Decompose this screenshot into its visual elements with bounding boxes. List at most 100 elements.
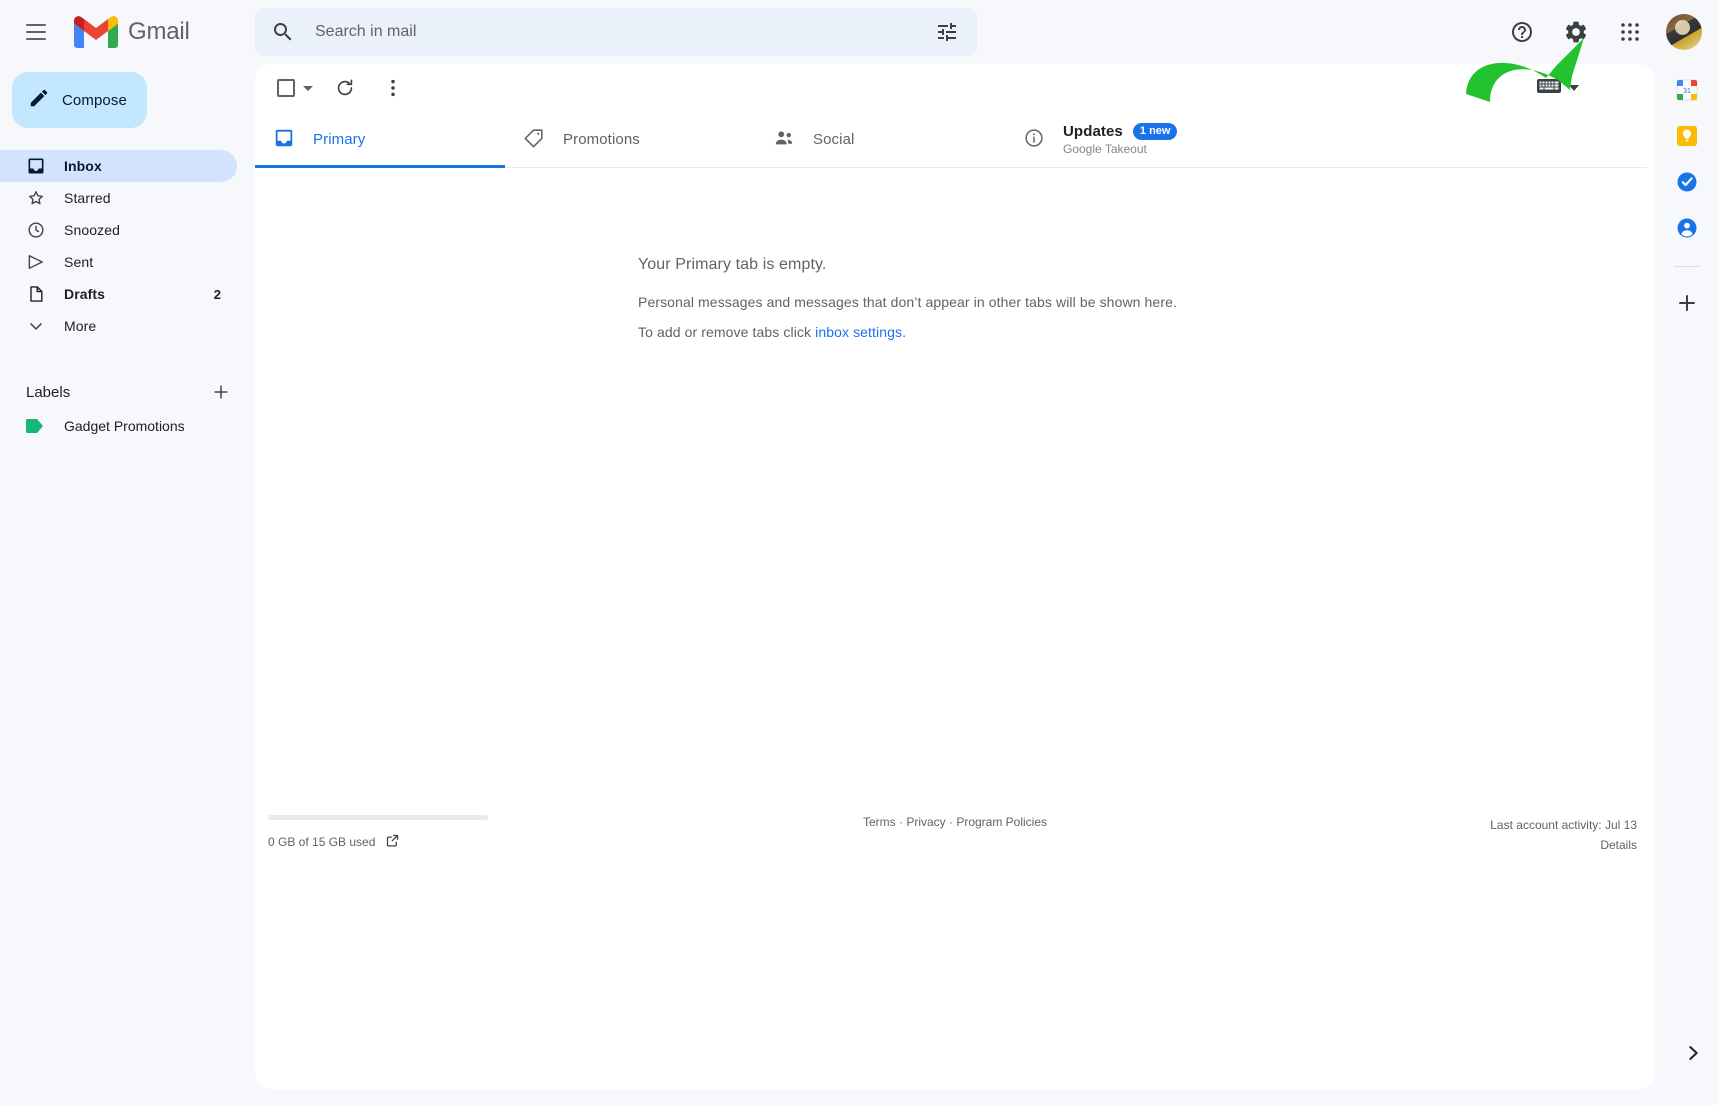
tab-social[interactable]: Social	[755, 112, 1005, 167]
sidebar-item-snoozed[interactable]: Snoozed	[0, 214, 237, 246]
tag-icon	[523, 127, 545, 153]
empty-state-settings-suffix: .	[902, 324, 906, 340]
send-icon	[26, 252, 46, 272]
tab-label: Promotions	[563, 131, 640, 148]
keyboard-icon[interactable]	[1537, 77, 1561, 100]
input-tools-selector[interactable]	[1537, 72, 1579, 104]
tab-updates[interactable]: Updates 1 new Google Takeout	[1005, 112, 1255, 167]
sidebar-item-drafts[interactable]: Drafts 2	[0, 278, 237, 310]
google-contacts-icon[interactable]	[1675, 216, 1699, 240]
sidebar-item-label: More	[64, 318, 96, 334]
compose-button[interactable]: Compose	[12, 72, 147, 128]
empty-state-title: Your Primary tab is empty.	[638, 256, 1655, 274]
storage-label: 0 GB of 15 GB used	[268, 833, 498, 851]
chevron-down-icon	[26, 316, 46, 336]
help-circle-icon[interactable]	[1498, 8, 1546, 56]
footer-links-text[interactable]: Terms · Privacy · Program Policies	[863, 815, 1047, 829]
gear-settings-icon[interactable]	[1552, 8, 1600, 56]
compose-label: Compose	[62, 92, 127, 109]
document-icon	[26, 284, 46, 304]
sidebar-item-starred[interactable]: Starred	[0, 182, 237, 214]
chevron-down-icon[interactable]	[1569, 85, 1579, 91]
tab-title: Social	[813, 131, 854, 148]
inbox-tab-icon	[273, 127, 295, 153]
refresh-icon[interactable]	[325, 68, 365, 108]
brand[interactable]: Gmail	[74, 15, 190, 49]
sidebar-item-label: Starred	[64, 190, 111, 206]
google-calendar-icon[interactable]: 31	[1675, 78, 1699, 102]
tab-subtitle: Google Takeout	[1063, 142, 1177, 156]
people-icon	[773, 127, 795, 153]
sidebar-label-gadget-promotions[interactable]: Gadget Promotions	[0, 410, 255, 442]
status-badge: 1 new	[1133, 123, 1178, 140]
sidebar-nav: Inbox Starred Snoozed	[0, 150, 255, 342]
inbox-tabs: Primary Promotions	[255, 112, 1647, 168]
more-vertical-icon[interactable]	[373, 68, 413, 108]
info-circle-icon	[1023, 127, 1045, 153]
brand-name: Gmail	[128, 18, 190, 46]
empty-state-settings-prefix: To add or remove tabs click	[638, 324, 815, 340]
labels-title: Labels	[26, 384, 70, 401]
hamburger-menu-icon[interactable]	[12, 8, 60, 56]
gmail-logo-icon	[74, 15, 118, 49]
tab-label: Social	[813, 131, 854, 148]
tab-title: Promotions	[563, 131, 640, 148]
inbox-settings-link[interactable]: inbox settings	[815, 324, 902, 340]
empty-state-settings-line: To add or remove tabs click inbox settin…	[638, 324, 1655, 340]
apps-grid-icon[interactable]	[1606, 8, 1654, 56]
footer: 0 GB of 15 GB used Terms · Privacy · Pro…	[255, 815, 1655, 875]
search-icon[interactable]	[271, 20, 295, 44]
empty-state-description: Personal messages and messages that don’…	[638, 294, 1655, 310]
side-panel: 31	[1655, 64, 1718, 1105]
inbox-icon	[26, 156, 46, 176]
external-link-icon[interactable]	[385, 833, 400, 851]
label-color-swatch	[26, 419, 44, 433]
google-tasks-icon[interactable]	[1675, 170, 1699, 194]
sidebar-item-count: 2	[214, 287, 221, 302]
sidebar-item-label: Drafts	[64, 286, 105, 302]
google-keep-icon[interactable]	[1675, 124, 1699, 148]
sidebar: Compose Inbox Starred	[0, 64, 255, 1105]
account-avatar[interactable]	[1666, 14, 1702, 50]
select-all-checkbox[interactable]	[277, 79, 295, 97]
clock-icon	[26, 220, 46, 240]
plus-icon[interactable]	[1675, 291, 1699, 320]
empty-state: Your Primary tab is empty. Personal mess…	[255, 168, 1655, 340]
sidebar-item-more[interactable]: More	[0, 310, 237, 342]
mail-toolbar	[255, 64, 1655, 112]
tab-text: Updates 1 new Google Takeout	[1063, 123, 1177, 156]
footer-links: Terms · Privacy · Program Policies	[255, 815, 1655, 829]
star-icon	[26, 188, 46, 208]
sidebar-item-label: Inbox	[64, 158, 102, 174]
sidebar-item-label: Snoozed	[64, 222, 120, 238]
pencil-compose-icon	[28, 87, 50, 114]
plus-icon[interactable]	[209, 380, 233, 404]
account-activity: Last account activity: Jul 13 Details	[1490, 815, 1637, 855]
tab-label: Updates	[1063, 123, 1123, 140]
search-input[interactable]	[315, 23, 935, 41]
chevron-right-icon[interactable]	[1682, 1042, 1704, 1069]
details-link[interactable]: Details	[1490, 835, 1637, 855]
chevron-down-icon[interactable]	[303, 86, 313, 91]
sidebar-item-inbox[interactable]: Inbox	[0, 150, 237, 182]
tab-primary[interactable]: Primary	[255, 112, 505, 167]
mail-content-card: Primary Promotions	[255, 64, 1655, 1089]
labels-header: Labels	[0, 374, 255, 410]
sidebar-item-label: Sent	[64, 254, 93, 270]
storage-text: 0 GB of 15 GB used	[268, 835, 375, 849]
last-activity-text: Last account activity: Jul 13	[1490, 815, 1637, 835]
top-right-actions	[1498, 0, 1708, 64]
search-bar[interactable]	[255, 8, 977, 56]
tab-text: Social	[813, 131, 854, 148]
sidebar-label-text: Gadget Promotions	[64, 418, 185, 434]
tab-promotions[interactable]: Promotions	[505, 112, 755, 167]
select-all-control[interactable]	[263, 68, 317, 108]
tab-text: Primary	[313, 131, 365, 148]
divider	[1674, 266, 1700, 267]
tune-filter-icon[interactable]	[935, 20, 959, 44]
svg-text:31: 31	[1683, 88, 1691, 95]
tab-text: Promotions	[563, 131, 640, 148]
sidebar-item-sent[interactable]: Sent	[0, 246, 237, 278]
tab-title: Updates 1 new	[1063, 123, 1177, 140]
tab-title: Primary	[313, 131, 365, 148]
